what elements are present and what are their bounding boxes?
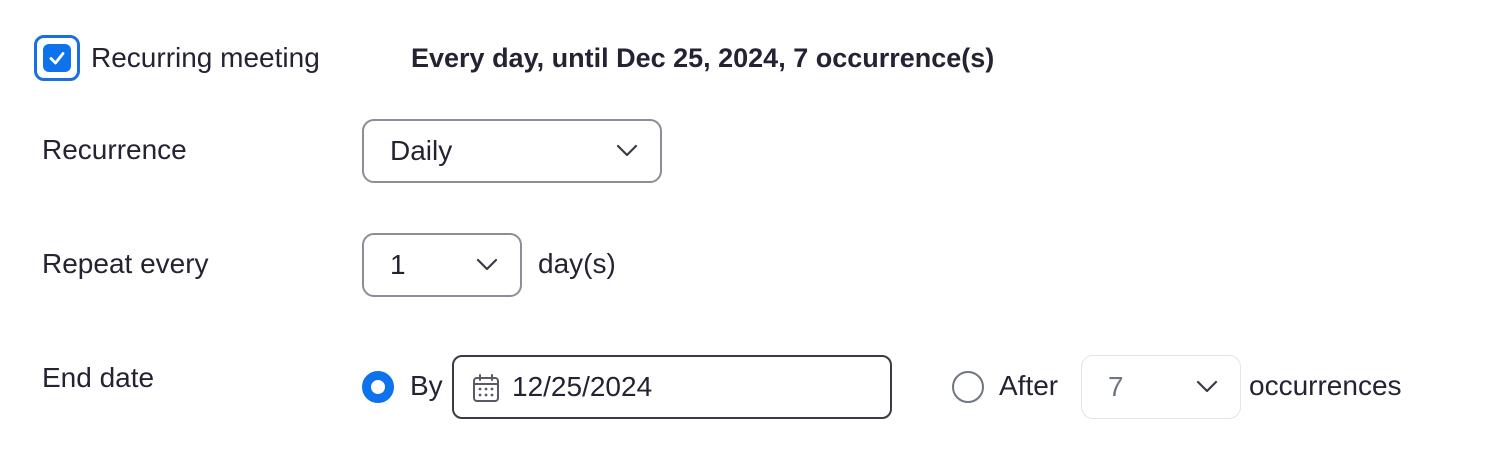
end-date-input[interactable]: 12/25/2024: [452, 355, 892, 419]
recurrence-summary: Every day, until Dec 25, 2024, 7 occurre…: [411, 43, 995, 73]
calendar-icon: [473, 374, 499, 402]
end-date-label: End date: [42, 362, 155, 393]
recurrence-label: Recurrence: [42, 134, 187, 165]
recurring-meeting-label[interactable]: Recurring meeting: [91, 41, 320, 75]
occurrences-select[interactable]: 7: [1081, 355, 1241, 419]
repeat-every-label: Repeat every: [42, 248, 209, 279]
checkmark-icon: [49, 52, 65, 65]
checkbox-checked-fill: [43, 44, 71, 72]
recurring-meeting-checkbox[interactable]: [34, 35, 80, 81]
occurrences-unit: occurrences: [1249, 370, 1402, 401]
chevron-down-icon: [1196, 380, 1218, 393]
chevron-down-icon: [476, 258, 498, 271]
end-by-label[interactable]: By: [410, 369, 443, 403]
end-by-radio[interactable]: [362, 371, 394, 403]
end-date-value: 12/25/2024: [512, 371, 653, 402]
recurrence-selected-value: Daily: [390, 135, 453, 166]
end-after-label[interactable]: After: [999, 369, 1058, 403]
repeat-every-selected-value: 1: [390, 249, 406, 280]
occurrences-selected-value: 7: [1108, 371, 1124, 402]
end-after-radio[interactable]: [952, 371, 984, 403]
repeat-every-select[interactable]: 1: [362, 233, 522, 297]
chevron-down-icon: [616, 144, 638, 157]
repeat-every-unit: day(s): [538, 248, 616, 279]
recurrence-select[interactable]: Daily: [362, 119, 662, 183]
